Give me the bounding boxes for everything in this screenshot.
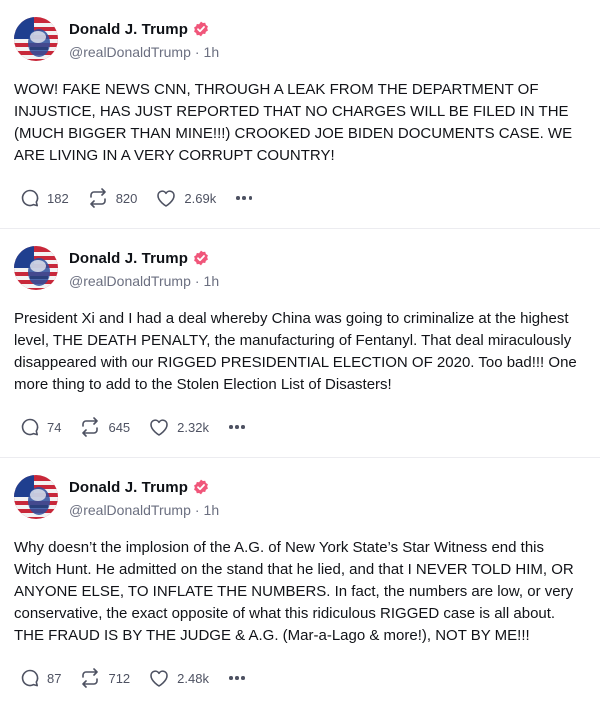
ellipsis-dot	[241, 425, 245, 429]
like-button[interactable]: 2.32k	[148, 417, 209, 437]
like-button[interactable]: 2.48k	[148, 668, 209, 688]
reply-button[interactable]: 74	[20, 417, 61, 437]
repost-arrows-icon	[82, 668, 99, 688]
retruth-count: 820	[115, 190, 138, 206]
like-count: 2.48k	[177, 670, 209, 686]
post-meta: @realDonaldTrump · 1h	[69, 44, 219, 60]
name-row: Donald J. Trump	[69, 19, 219, 39]
retruth-count: 645	[108, 419, 131, 435]
name-row: Donald J. Trump	[69, 477, 219, 497]
post-header: Donald J. Trump @realDonaldTrump · 1h	[14, 229, 586, 290]
author-identity: Donald J. Trump @realDonaldTrump · 1h	[69, 477, 219, 519]
like-count: 2.32k	[177, 419, 209, 435]
verified-badge-icon	[193, 250, 209, 266]
retruth-count: 712	[108, 670, 131, 686]
author-name[interactable]: Donald J. Trump	[69, 21, 188, 38]
author-name[interactable]: Donald J. Trump	[69, 479, 188, 496]
author-identity: Donald J. Trump @realDonaldTrump · 1h	[69, 248, 219, 290]
post: Donald J. Trump @realDonaldTrump · 1h WOW!…	[0, 0, 600, 229]
post-actions: 182 820 2.69k	[14, 183, 586, 213]
post-timestamp[interactable]: 1h	[204, 273, 220, 289]
author-handle[interactable]: @realDonaldTrump	[69, 502, 191, 518]
post-timestamp[interactable]: 1h	[204, 502, 220, 518]
post: Donald J. Trump @realDonaldTrump · 1h Why …	[0, 458, 600, 723]
post-actions: 74 645 2.32k	[14, 412, 586, 442]
heart-icon	[150, 419, 168, 436]
avatar-flag-portrait-icon	[14, 246, 58, 290]
repost-arrows-icon	[89, 188, 106, 208]
ellipsis-dot	[248, 196, 253, 200]
retruth-button[interactable]: 820	[87, 188, 138, 208]
repost-arrows-icon	[82, 417, 99, 437]
post: Donald J. Trump @realDonaldTrump · 1h Pres…	[0, 229, 600, 458]
verified-badge-icon	[193, 479, 209, 495]
post-actions: 87 712 2.48k	[14, 663, 586, 693]
speech-bubble-icon	[21, 189, 39, 207]
retruth-button[interactable]: 645	[79, 417, 130, 437]
meta-separator: ·	[194, 273, 200, 289]
post-meta: @realDonaldTrump · 1h	[69, 273, 219, 289]
meta-separator: ·	[194, 502, 200, 518]
author-handle[interactable]: @realDonaldTrump	[69, 44, 191, 60]
meta-separator: ·	[194, 44, 200, 60]
ellipsis-dot	[235, 676, 239, 680]
speech-bubble-icon	[21, 418, 39, 436]
post-meta: @realDonaldTrump · 1h	[69, 502, 219, 518]
post-header: Donald J. Trump @realDonaldTrump · 1h	[14, 0, 586, 61]
author-identity: Donald J. Trump @realDonaldTrump · 1h	[69, 19, 219, 61]
post-text: Why doesn’t the implosion of the A.G. of…	[14, 539, 574, 644]
reply-count: 87	[47, 670, 62, 686]
author-name[interactable]: Donald J. Trump	[69, 250, 188, 267]
reply-button[interactable]: 87	[20, 668, 61, 688]
reply-count: 74	[47, 419, 62, 435]
reply-count: 182	[47, 190, 69, 206]
retruth-button[interactable]: 712	[79, 668, 130, 688]
heart-icon	[157, 190, 176, 207]
verified-badge-icon	[193, 21, 209, 37]
more-options-button[interactable]	[236, 196, 255, 200]
post-timestamp[interactable]: 1h	[204, 44, 220, 60]
avatar[interactable]	[14, 475, 58, 519]
ellipsis-icon	[228, 425, 233, 429]
author-handle[interactable]: @realDonaldTrump	[69, 273, 191, 289]
post-text: WOW! FAKE NEWS CNN, THROUGH A LEAK FROM …	[14, 81, 573, 164]
ellipsis-dot	[235, 425, 239, 429]
ellipsis-dot	[242, 196, 246, 200]
reply-button[interactable]: 182	[20, 188, 69, 208]
avatar[interactable]	[14, 17, 58, 61]
like-button[interactable]: 2.69k	[155, 188, 216, 208]
post-header: Donald J. Trump @realDonaldTrump · 1h	[14, 458, 586, 519]
post-text: President Xi and I had a deal whereby Ch…	[14, 310, 577, 393]
like-count: 2.69k	[184, 190, 217, 206]
avatar[interactable]	[14, 246, 58, 290]
speech-bubble-icon	[21, 669, 39, 687]
more-options-button[interactable]	[228, 425, 248, 429]
avatar-flag-portrait-icon	[14, 17, 58, 61]
heart-icon	[150, 670, 168, 687]
ellipsis-icon	[228, 676, 233, 680]
post-feed: Donald J. Trump @realDonaldTrump · 1h WOW!…	[0, 0, 600, 723]
avatar-flag-portrait-icon	[14, 475, 58, 519]
more-options-button[interactable]	[228, 676, 248, 680]
ellipsis-icon	[236, 196, 240, 200]
name-row: Donald J. Trump	[69, 248, 219, 268]
ellipsis-dot	[241, 676, 245, 680]
